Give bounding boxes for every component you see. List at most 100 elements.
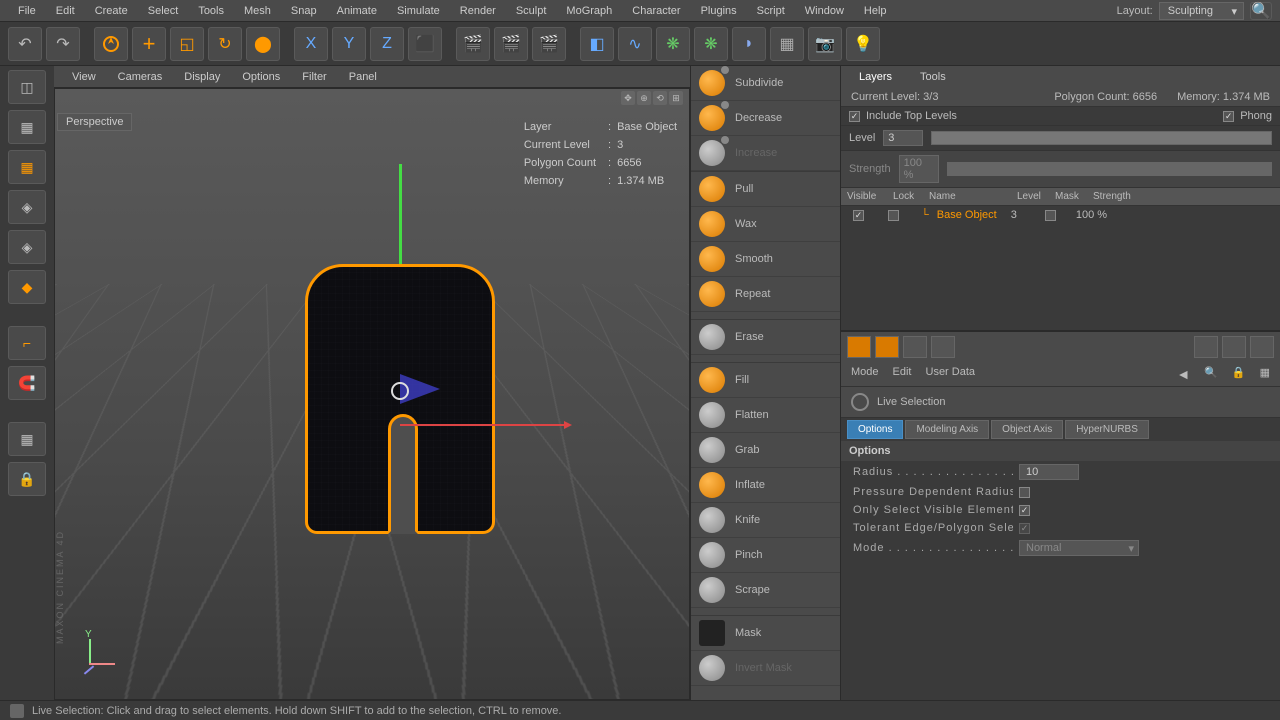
- attr-icon-1[interactable]: [847, 336, 871, 358]
- viewport-3d[interactable]: Perspective ✥ ⊕ ⟲ ⊞ Layer:Base Object Cu…: [54, 88, 690, 700]
- mask-brush[interactable]: Mask: [691, 616, 840, 651]
- generator-tool[interactable]: ❋: [656, 27, 690, 61]
- menu-help[interactable]: Help: [854, 2, 897, 20]
- flatten-brush[interactable]: Flatten: [691, 398, 840, 433]
- undo-button[interactable]: ↶: [8, 27, 42, 61]
- menu-file[interactable]: File: [8, 2, 46, 20]
- menu-mograph[interactable]: MoGraph: [556, 2, 622, 20]
- layers-tab[interactable]: Layers: [845, 68, 906, 86]
- object-mode[interactable]: ▦: [8, 110, 46, 144]
- menu-plugins[interactable]: Plugins: [691, 2, 747, 20]
- attr-edit-menu[interactable]: Edit: [893, 366, 912, 382]
- view-menu[interactable]: View: [62, 69, 106, 85]
- hypernurbs-tab[interactable]: HyperNURBS: [1065, 420, 1149, 439]
- gizmo-x-axis[interactable]: [400, 424, 570, 426]
- layer-mask-checkbox[interactable]: [1045, 210, 1056, 221]
- menu-mesh[interactable]: Mesh: [234, 2, 281, 20]
- menu-character[interactable]: Character: [622, 2, 690, 20]
- attr-search-icon[interactable]: 🔍: [1204, 366, 1218, 382]
- light-tool[interactable]: 📷: [808, 27, 842, 61]
- layer-lock-checkbox[interactable]: [888, 210, 899, 221]
- attr-lock-icon[interactable]: 🔒: [1232, 366, 1246, 382]
- render-settings[interactable]: 🎬: [532, 27, 566, 61]
- nav-orbit-icon[interactable]: ⟲: [653, 91, 667, 105]
- z-axis-lock[interactable]: Z: [370, 27, 404, 61]
- y-axis-lock[interactable]: Y: [332, 27, 366, 61]
- search-icon[interactable]: 🔍: [1250, 2, 1272, 20]
- layer-row-base[interactable]: ✓ └ Base Object 3 100 %: [841, 206, 1280, 224]
- rotate-tool[interactable]: ↻: [208, 27, 242, 61]
- filter-menu[interactable]: Filter: [292, 69, 336, 85]
- pinch-brush[interactable]: Pinch: [691, 538, 840, 573]
- attr-icon-5[interactable]: [1194, 336, 1218, 358]
- subdivide-button[interactable]: Subdivide: [691, 66, 840, 101]
- attr-mode-menu[interactable]: Mode: [851, 366, 879, 382]
- grab-brush[interactable]: Grab: [691, 433, 840, 468]
- visible-elements-checkbox[interactable]: ✓: [1019, 505, 1030, 516]
- wax-brush[interactable]: Wax: [691, 207, 840, 242]
- mode-dropdown[interactable]: Normal: [1019, 540, 1139, 556]
- light-icon[interactable]: 💡: [846, 27, 880, 61]
- lock-mode[interactable]: 🔒: [8, 462, 46, 496]
- texture-mode[interactable]: ▦: [8, 150, 46, 184]
- deformer-tool[interactable]: ❋: [694, 27, 728, 61]
- snap-mode[interactable]: 🧲: [8, 366, 46, 400]
- point-mode[interactable]: ◈: [8, 190, 46, 224]
- pressure-checkbox[interactable]: [1019, 487, 1030, 498]
- level-slider[interactable]: [931, 131, 1272, 145]
- spline-tool[interactable]: ∿: [618, 27, 652, 61]
- strength-slider[interactable]: [947, 162, 1272, 176]
- fill-brush[interactable]: Fill: [691, 363, 840, 398]
- sculpt-object[interactable]: [305, 264, 505, 554]
- menu-script[interactable]: Script: [747, 2, 795, 20]
- layer-visible-checkbox[interactable]: ✓: [853, 210, 864, 221]
- tools-tab[interactable]: Tools: [906, 68, 960, 86]
- repeat-brush[interactable]: Repeat: [691, 277, 840, 312]
- strength-input[interactable]: 100 %: [899, 155, 939, 183]
- include-top-checkbox[interactable]: ✓: [849, 111, 860, 122]
- move-tool[interactable]: +: [132, 27, 166, 61]
- workplane-mode[interactable]: ▦: [8, 422, 46, 456]
- attr-icon-4[interactable]: [931, 336, 955, 358]
- cameras-menu[interactable]: Cameras: [108, 69, 173, 85]
- radius-input[interactable]: 10: [1019, 464, 1079, 480]
- redo-button[interactable]: ↷: [46, 27, 80, 61]
- coord-system[interactable]: ⬛: [408, 27, 442, 61]
- attr-icon-2[interactable]: [875, 336, 899, 358]
- select-tool[interactable]: [94, 27, 128, 61]
- phong-checkbox[interactable]: ✓: [1223, 111, 1234, 122]
- menu-animate[interactable]: Animate: [327, 2, 387, 20]
- level-input[interactable]: 3: [883, 130, 923, 146]
- attr-menu-icon[interactable]: ▦: [1260, 366, 1270, 382]
- object-axis-tab[interactable]: Object Axis: [991, 420, 1063, 439]
- menu-sculpt[interactable]: Sculpt: [506, 2, 557, 20]
- menu-simulate[interactable]: Simulate: [387, 2, 450, 20]
- render-view[interactable]: 🎬: [456, 27, 490, 61]
- pull-brush[interactable]: Pull: [691, 172, 840, 207]
- primitive-cube[interactable]: ◧: [580, 27, 614, 61]
- attr-icon-7[interactable]: [1250, 336, 1274, 358]
- smooth-brush[interactable]: Smooth: [691, 242, 840, 277]
- render-region[interactable]: 🎬: [494, 27, 528, 61]
- x-axis-lock[interactable]: X: [294, 27, 328, 61]
- modeling-axis-tab[interactable]: Modeling Axis: [905, 420, 989, 439]
- axis-mode[interactable]: ⌐: [8, 326, 46, 360]
- scrape-brush[interactable]: Scrape: [691, 573, 840, 608]
- panel-menu[interactable]: Panel: [339, 69, 387, 85]
- attr-nav-back-icon[interactable]: ◄: [1176, 366, 1190, 382]
- edge-mode[interactable]: ◈: [8, 230, 46, 264]
- menu-render[interactable]: Render: [450, 2, 506, 20]
- menu-window[interactable]: Window: [795, 2, 854, 20]
- options-menu[interactable]: Options: [232, 69, 290, 85]
- menu-create[interactable]: Create: [85, 2, 138, 20]
- menu-select[interactable]: Select: [138, 2, 189, 20]
- nav-pan-icon[interactable]: ✥: [621, 91, 635, 105]
- display-menu[interactable]: Display: [174, 69, 230, 85]
- nav-zoom-icon[interactable]: ⊕: [637, 91, 651, 105]
- attr-userdata-menu[interactable]: User Data: [926, 366, 976, 382]
- menu-snap[interactable]: Snap: [281, 2, 327, 20]
- inflate-brush[interactable]: Inflate: [691, 468, 840, 503]
- last-tool[interactable]: ⬤: [246, 27, 280, 61]
- attr-icon-6[interactable]: [1222, 336, 1246, 358]
- menu-edit[interactable]: Edit: [46, 2, 85, 20]
